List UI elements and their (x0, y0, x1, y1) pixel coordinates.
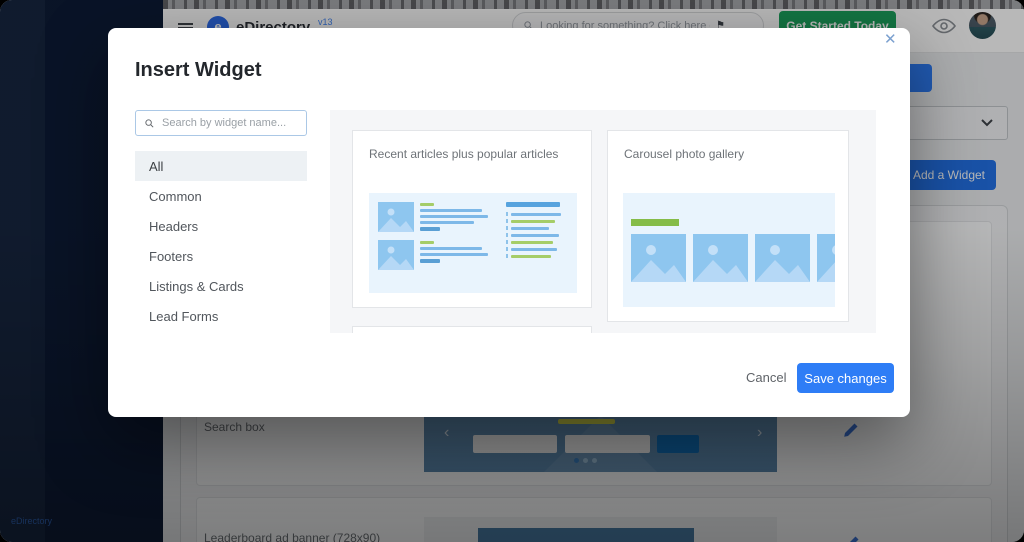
category-headers[interactable]: Headers (135, 211, 307, 241)
cancel-button[interactable]: Cancel (746, 370, 786, 385)
category-list: All Common Headers Footers Listings & Ca… (135, 151, 307, 331)
image-placeholder-icon (693, 234, 748, 282)
image-placeholder-icon (631, 234, 686, 282)
close-icon[interactable]: ✕ (884, 30, 897, 48)
widget-card-title: Recent articles plus popular articles (353, 131, 591, 161)
image-placeholder-icon (755, 234, 810, 282)
recent-articles-art (369, 193, 577, 293)
widget-gallery: Recent articles plus popular articles (330, 110, 876, 333)
modal-title: Insert Widget (135, 59, 262, 82)
category-all[interactable]: All (135, 151, 307, 181)
green-accent-bar (631, 219, 679, 226)
category-footers[interactable]: Footers (135, 241, 307, 271)
widget-search[interactable] (135, 110, 307, 136)
image-placeholder-icon (378, 240, 414, 270)
image-placeholder-icon (817, 234, 835, 282)
search-icon (144, 118, 155, 129)
image-placeholder-icon (378, 202, 414, 232)
widget-card-partial[interactable] (352, 326, 592, 333)
widget-card-title: Carousel photo gallery (608, 131, 848, 161)
category-listings-cards[interactable]: Listings & Cards (135, 271, 307, 301)
save-changes-button[interactable]: Save changes (797, 363, 894, 393)
category-common[interactable]: Common (135, 181, 307, 211)
carousel-gallery-art (623, 193, 835, 307)
widget-card-recent-articles[interactable]: Recent articles plus popular articles (352, 130, 592, 308)
app-window: Design Page Editor Themes Colors & Fonts… (0, 0, 1024, 542)
widget-card-carousel-gallery[interactable]: Carousel photo gallery (607, 130, 849, 322)
widget-search-input[interactable] (162, 117, 292, 129)
category-lead-forms[interactable]: Lead Forms (135, 301, 307, 331)
